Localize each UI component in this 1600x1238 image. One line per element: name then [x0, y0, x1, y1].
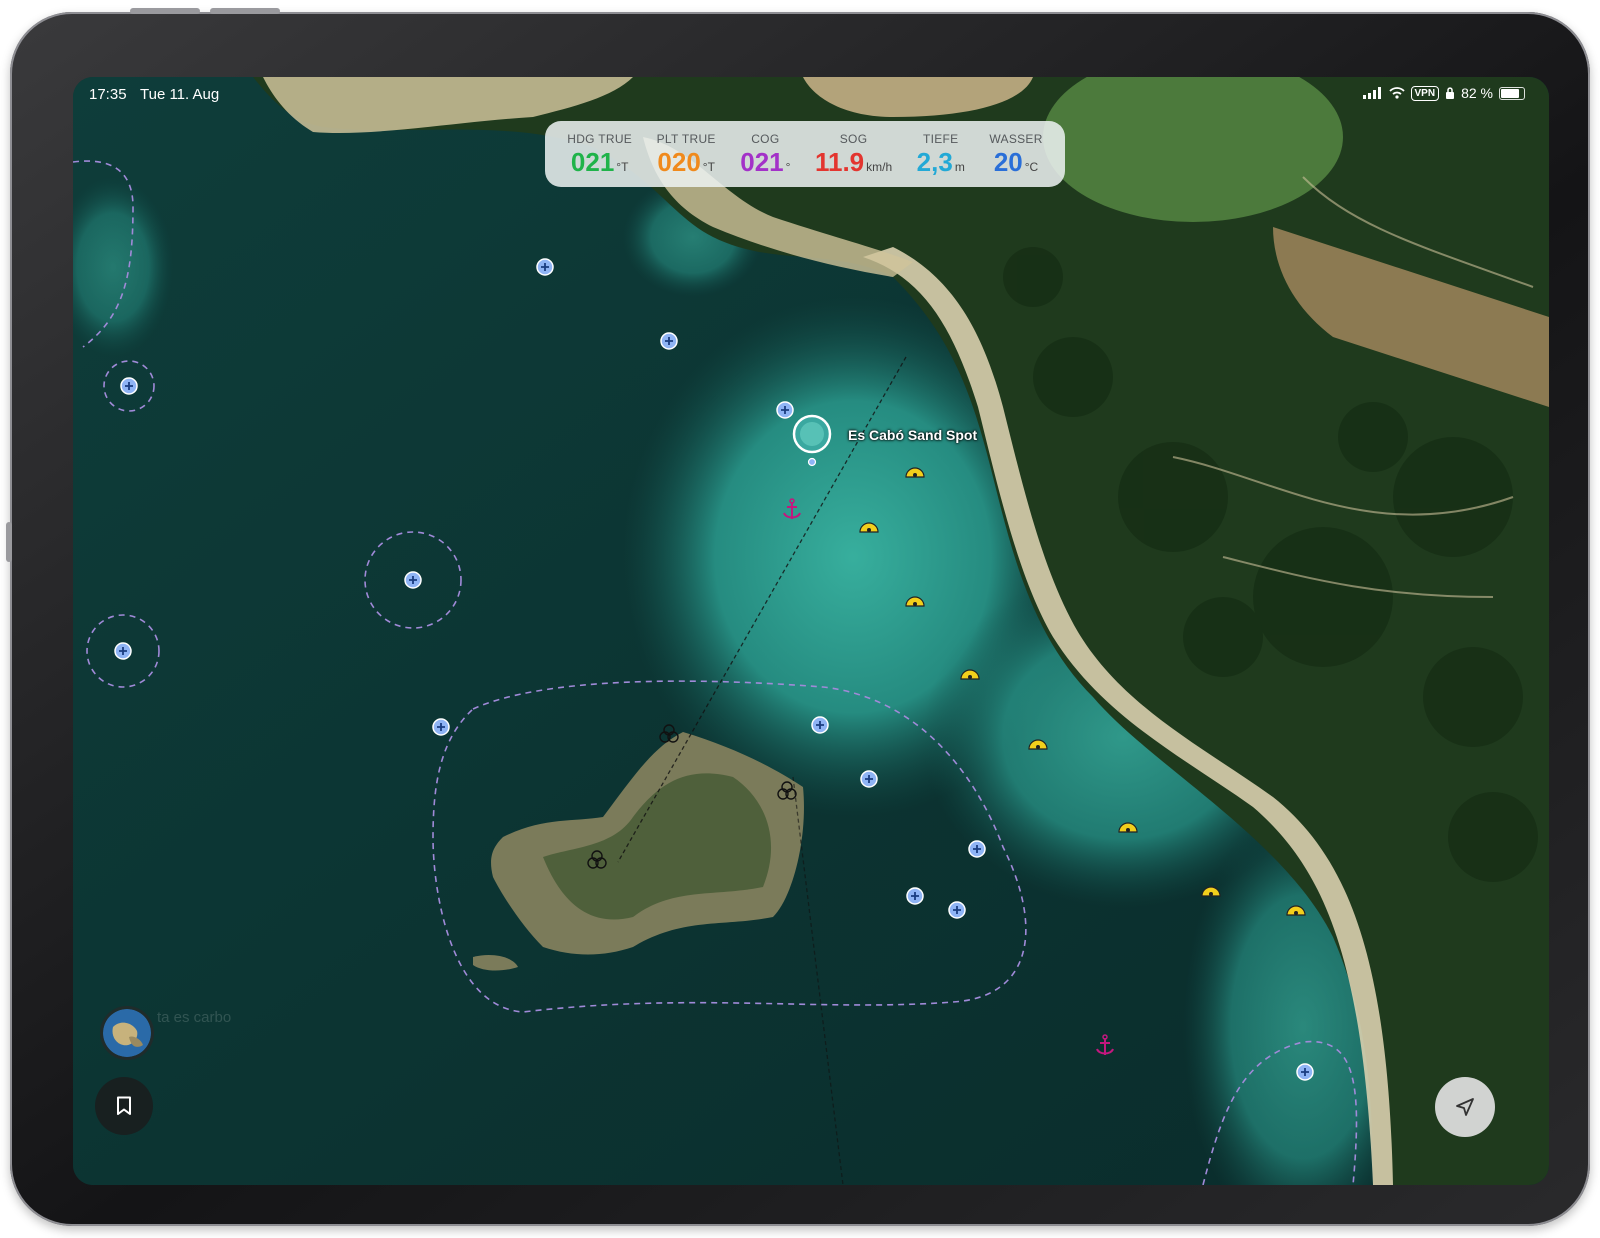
volume-button [210, 8, 280, 14]
status-bar: 17:35 Tue 11. Aug VPN 82 % [73, 77, 1549, 111]
place-thumbnail-label: ta es carbo [157, 1009, 232, 1026]
status-time: 17:35 [89, 86, 127, 103]
battery-percent: 82 % [1461, 85, 1493, 101]
instrument-reading: 11.9 km/h [815, 148, 892, 176]
dive-marker-icon[interactable] [811, 716, 829, 734]
dive-marker-icon[interactable] [968, 840, 986, 858]
dive-marker-icon[interactable] [860, 770, 878, 788]
instrument-unit: m [954, 160, 965, 174]
instrument-label: COG [751, 132, 780, 146]
instrument-hdg-true[interactable]: HDG TRUE 021 °T [567, 132, 632, 176]
status-date: Tue 11. Aug [140, 86, 220, 103]
instrument-cog[interactable]: COG 021 ° [740, 132, 790, 176]
dive-marker-icon[interactable] [536, 258, 554, 276]
dive-marker-icon[interactable] [120, 377, 138, 395]
volume-button [130, 8, 200, 14]
ipad-frame: 17:35 Tue 11. Aug VPN 82 % HDG TRUE 021 … [6, 8, 1590, 1226]
locate-button[interactable] [1435, 1077, 1495, 1137]
instrument-sog[interactable]: SOG 11.9 km/h [815, 132, 892, 176]
instrument-reading: 021 °T [571, 148, 629, 176]
dive-marker-icon[interactable] [1296, 1063, 1314, 1081]
status-icons: VPN 82 % [1362, 85, 1525, 101]
instrument-value: 20 [993, 147, 1023, 177]
instrument-tiefe[interactable]: TIEFE 2,3 m [917, 132, 965, 176]
instrument-label: PLT TRUE [656, 132, 716, 146]
dive-marker-icon[interactable] [948, 901, 966, 919]
dive-marker-icon[interactable] [114, 642, 132, 660]
instrument-value: 11.9 [814, 147, 865, 177]
instrument-panel[interactable]: HDG TRUE 021 °T PLT TRUE 020 °T COG 021 ° SOG 11.9… [545, 121, 1065, 187]
screen: 17:35 Tue 11. Aug VPN 82 % HDG TRUE 021 … [73, 77, 1549, 1185]
dive-marker-icon[interactable] [906, 887, 924, 905]
nautical-map[interactable] [73, 77, 1549, 1185]
dive-marker-icon[interactable] [776, 401, 794, 419]
lock-icon [1446, 87, 1455, 99]
instrument-value: 021 [740, 147, 784, 177]
place-thumbnail[interactable] [103, 1009, 151, 1057]
instrument-wasser[interactable]: WASSER 20 °C [989, 132, 1042, 176]
dive-marker-icon[interactable] [404, 571, 422, 589]
instrument-unit: °C [1024, 160, 1039, 174]
vpn-badge: VPN [1410, 85, 1440, 101]
instrument-label: SOG [839, 132, 868, 146]
bookmark-icon [117, 1096, 131, 1115]
instrument-reading: 20 °C [994, 148, 1038, 176]
battery-icon [1499, 86, 1525, 100]
wifi-icon [1388, 87, 1405, 99]
side-button [6, 522, 12, 562]
globe-thumbnail-icon [103, 1009, 151, 1057]
instrument-unit: ° [785, 160, 791, 174]
instrument-reading: 021 ° [740, 148, 790, 176]
poi-label[interactable]: Es Cabó Sand Spot [848, 427, 977, 443]
instrument-value: 021 [570, 147, 615, 177]
dive-marker-icon[interactable] [660, 332, 678, 350]
instrument-value: 020 [657, 147, 701, 177]
instrument-reading: 020 °T [657, 148, 715, 176]
instrument-plt-true[interactable]: PLT TRUE 020 °T [657, 132, 716, 176]
instrument-reading: 2,3 m [917, 148, 965, 176]
instrument-label: HDG TRUE [567, 132, 633, 146]
dive-marker-icon[interactable] [432, 718, 450, 736]
instrument-label: WASSER [989, 132, 1043, 146]
location-arrow-icon [1456, 1098, 1474, 1116]
bookmark-button[interactable] [95, 1077, 153, 1135]
cellular-signal-icon [1362, 87, 1381, 99]
instrument-label: TIEFE [922, 132, 959, 146]
instrument-unit: °T [702, 160, 715, 174]
instrument-unit: °T [616, 160, 629, 174]
instrument-value: 2,3 [916, 147, 953, 177]
instrument-unit: km/h [866, 160, 893, 174]
